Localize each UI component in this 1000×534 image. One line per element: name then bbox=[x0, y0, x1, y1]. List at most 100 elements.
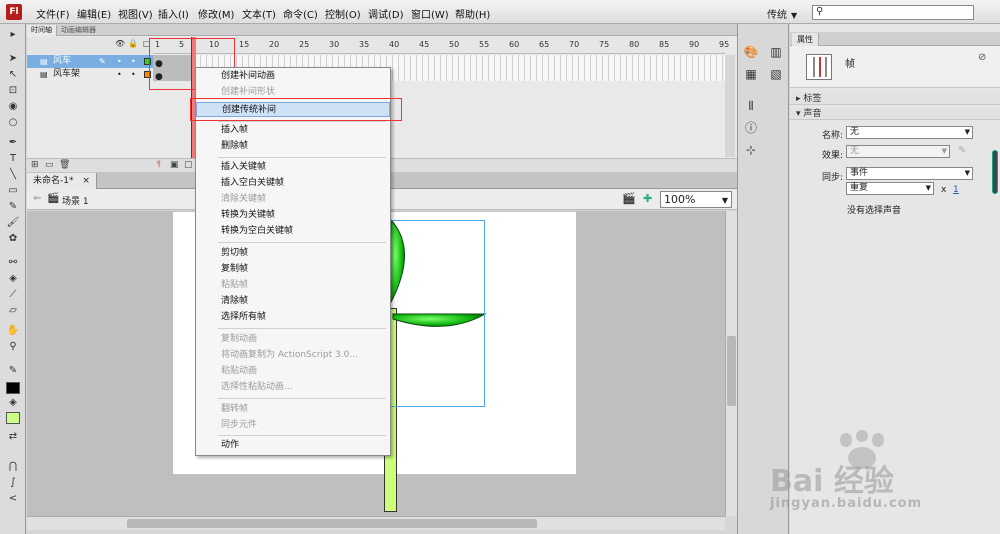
document-tab[interactable]: 未命名-1* × bbox=[27, 173, 97, 189]
menu-modify[interactable]: 修改(M) bbox=[198, 6, 234, 21]
new-layer-icon[interactable]: ⊞ bbox=[31, 160, 39, 170]
visibility-dot[interactable]: • bbox=[117, 55, 122, 68]
repeat-select[interactable]: 重复 ▼ bbox=[846, 182, 934, 195]
line-tool-icon[interactable]: ╲ bbox=[5, 168, 21, 182]
subselection-tool-icon[interactable]: ↖ bbox=[5, 68, 21, 82]
menu-item-convert-to-keyframe[interactable]: 转换为关键帧 bbox=[196, 208, 390, 223]
frame-number: 95 bbox=[719, 40, 730, 49]
layer-row[interactable]: ▤ 风车架 • • bbox=[27, 68, 153, 81]
snap-magnet-icon[interactable]: ⋂ bbox=[5, 460, 21, 474]
layer-row[interactable]: ▤ 风车 ✎ • • bbox=[27, 55, 153, 68]
help-icon[interactable]: ⊘ bbox=[978, 52, 986, 63]
align-panel-icon[interactable]: ⫴ bbox=[743, 98, 759, 114]
menu-help[interactable]: 帮助(H) bbox=[455, 6, 490, 21]
scene-label[interactable]: 场景 1 bbox=[62, 194, 89, 207]
lock-dot[interactable]: • bbox=[131, 68, 136, 81]
scroll-thumb[interactable] bbox=[127, 519, 537, 528]
menu-debug[interactable]: 调试(D) bbox=[368, 6, 404, 21]
section-sound-header[interactable]: ▾ 声音 bbox=[790, 108, 1000, 120]
pencil-tool-icon[interactable]: ✎ bbox=[5, 200, 21, 214]
menu-control[interactable]: 控制(O) bbox=[325, 6, 361, 21]
menu-item-create-motion-tween[interactable]: 创建补间动画 bbox=[196, 69, 390, 84]
effect-label: 效果: bbox=[822, 151, 844, 161]
stroke-color-swatch[interactable] bbox=[6, 382, 20, 394]
swap-colors-icon[interactable]: ⇄ bbox=[5, 430, 21, 444]
menu-item-insert-frame[interactable]: 插入帧 bbox=[196, 123, 390, 138]
new-folder-icon[interactable]: ▭ bbox=[45, 160, 54, 170]
zoom-value: 100% bbox=[664, 193, 696, 206]
stage-vertical-scrollbar[interactable] bbox=[725, 211, 737, 516]
sync-select[interactable]: 事件 ▼ bbox=[846, 167, 973, 180]
close-icon[interactable]: × bbox=[82, 176, 90, 186]
bone-tool-icon[interactable]: ⚯ bbox=[5, 256, 21, 270]
eye-icon[interactable]: 👁 bbox=[115, 39, 125, 48]
search-input[interactable]: ⚲ bbox=[812, 5, 974, 20]
fill-color-swatch[interactable] bbox=[6, 412, 20, 424]
pen-tool-icon[interactable]: ✒ bbox=[5, 136, 21, 150]
annotation-highlight-menu-item bbox=[190, 98, 402, 121]
edit-symbol-icon[interactable]: ✚ bbox=[643, 192, 652, 205]
workspace-switcher[interactable]: 传统 ▼ bbox=[767, 6, 797, 21]
menu-item-copy-frames[interactable]: 复制帧 bbox=[196, 262, 390, 277]
paint-bucket-tool-icon[interactable]: ◈ bbox=[5, 272, 21, 286]
repeat-count-input[interactable]: 1 bbox=[953, 185, 959, 195]
menu-edit[interactable]: 编辑(E) bbox=[77, 6, 111, 21]
frame-ruler[interactable]: 1 5 10 15 20 25 30 35 40 45 50 55 60 65 70 75 80 85 90 95 bbox=[153, 37, 729, 54]
lock-icon[interactable]: 🔒 bbox=[128, 39, 138, 48]
menu-view[interactable]: 视图(V) bbox=[118, 6, 153, 21]
menu-item-convert-to-blank-keyframe[interactable]: 转换为空白关键帧 bbox=[196, 224, 390, 239]
menu-window[interactable]: 窗口(W) bbox=[411, 6, 449, 21]
back-arrow-icon[interactable]: ⇐ bbox=[33, 193, 41, 204]
frame-number: 55 bbox=[479, 40, 490, 49]
menu-item-actions[interactable]: 动作 bbox=[196, 438, 390, 453]
lock-dot[interactable]: • bbox=[131, 55, 136, 68]
menu-text[interactable]: 文本(T) bbox=[242, 6, 276, 21]
transform-panel-icon[interactable]: ⊹ bbox=[743, 142, 759, 158]
selection-tool-icon[interactable]: ➤ bbox=[5, 52, 21, 66]
deco-tool-icon[interactable]: ✿ bbox=[5, 232, 21, 246]
3d-rotation-tool-icon[interactable]: ◉ bbox=[5, 100, 21, 114]
panel-collapse-icon[interactable]: ▸ bbox=[5, 28, 21, 42]
components-panel-icon[interactable]: ▧ bbox=[768, 66, 784, 82]
menu-commands[interactable]: 命令(C) bbox=[283, 6, 318, 21]
onion-outline-icon[interactable]: ▢ bbox=[184, 160, 193, 170]
smooth-icon[interactable]: ∫ bbox=[5, 476, 21, 490]
menu-item-insert-keyframe[interactable]: 插入关键帧 bbox=[196, 160, 390, 175]
onion-skin-icon[interactable]: ▣ bbox=[170, 160, 179, 170]
brush-tool-icon[interactable]: 🖌 bbox=[5, 216, 21, 230]
menu-insert[interactable]: 插入(I) bbox=[158, 6, 189, 21]
tab-properties[interactable]: 属性 bbox=[792, 33, 819, 46]
color-panel-icon[interactable]: 🎨 bbox=[743, 44, 759, 60]
straighten-icon[interactable]: < bbox=[5, 492, 21, 506]
panel-resize-grip[interactable] bbox=[992, 150, 998, 194]
tab-motion-editor[interactable]: 动画编辑器 bbox=[57, 25, 100, 36]
sound-name-select[interactable]: 无 ▼ bbox=[846, 126, 973, 139]
menu-item-insert-blank-keyframe[interactable]: 插入空白关键帧 bbox=[196, 176, 390, 191]
menu-item-cut-frames[interactable]: 剪切帧 bbox=[196, 246, 390, 261]
center-frame-icon[interactable]: ⫯ bbox=[157, 160, 161, 170]
scroll-thumb[interactable] bbox=[727, 336, 736, 406]
stage-horizontal-scrollbar[interactable] bbox=[27, 516, 725, 530]
lasso-tool-icon[interactable]: ○ bbox=[5, 116, 21, 130]
delete-layer-icon[interactable]: 🗑 bbox=[59, 160, 70, 170]
visibility-dot[interactable]: • bbox=[117, 68, 122, 81]
timeline-scrollbar[interactable] bbox=[725, 55, 735, 157]
menu-item-delete-frame[interactable]: 删除帧 bbox=[196, 139, 390, 154]
eyedropper-tool-icon[interactable]: ⟋ bbox=[5, 288, 21, 302]
tab-timeline[interactable]: 时间轴 bbox=[27, 25, 57, 36]
hand-tool-icon[interactable]: ✋ bbox=[5, 324, 21, 338]
menu-file[interactable]: 文件(F) bbox=[36, 6, 70, 21]
swatches-panel-icon[interactable]: ▥ bbox=[768, 44, 784, 60]
free-transform-tool-icon[interactable]: ⊡ bbox=[5, 84, 21, 98]
edit-scene-icon[interactable]: 🎬 bbox=[622, 192, 636, 205]
text-tool-icon[interactable]: T bbox=[5, 152, 21, 166]
menu-item-select-all-frames[interactable]: 选择所有帧 bbox=[196, 310, 390, 325]
zoom-select[interactable]: 100% ▼ bbox=[660, 191, 732, 208]
menu-item-clear-frames[interactable]: 清除帧 bbox=[196, 294, 390, 309]
library-panel-icon[interactable]: ▦ bbox=[743, 66, 759, 82]
section-label-header[interactable]: ▸ 标签 bbox=[790, 93, 1000, 105]
info-panel-icon[interactable]: ⓘ bbox=[743, 120, 759, 136]
zoom-tool-icon[interactable]: ⚲ bbox=[5, 340, 21, 354]
eraser-tool-icon[interactable]: ▱ bbox=[5, 304, 21, 318]
rectangle-tool-icon[interactable]: ▭ bbox=[5, 184, 21, 198]
